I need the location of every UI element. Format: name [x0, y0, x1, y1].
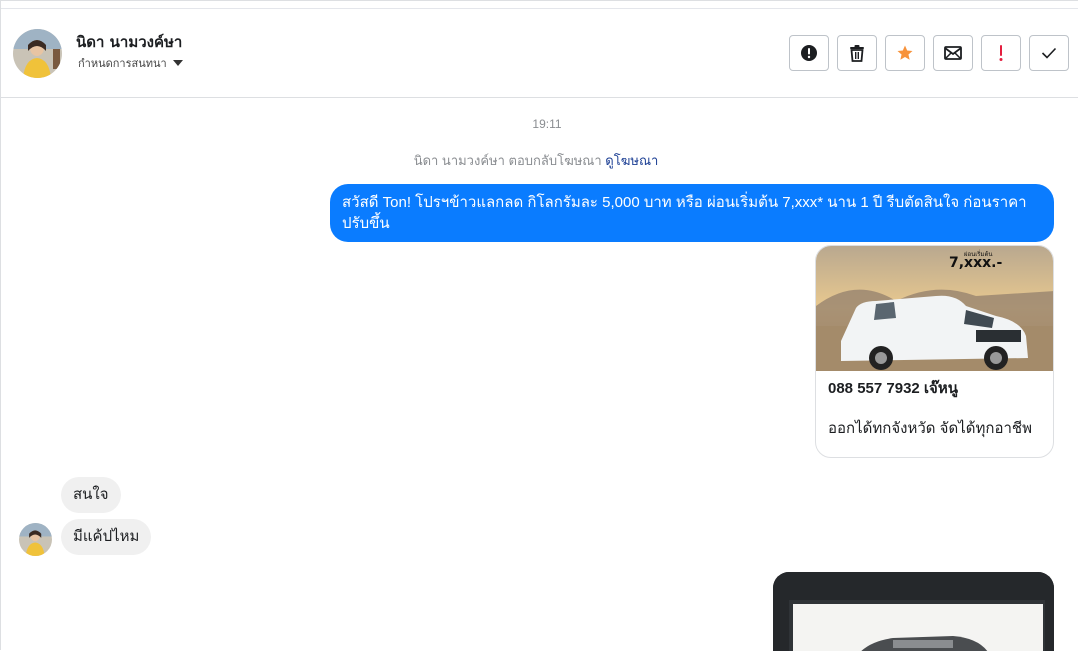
trash-icon [850, 45, 864, 62]
delete-button[interactable] [837, 35, 877, 71]
ad-image-caption-big: 7,xxx.- [949, 255, 1002, 271]
incoming-message-bubble[interactable]: สนใจ [61, 477, 121, 513]
ad-card-title: 088 557 7932 เจ๊หนู [828, 380, 958, 397]
mark-unread-button[interactable] [933, 35, 973, 71]
outgoing-message-bubble[interactable]: สวัสดี Ton! โปรฯข้าวแลกลด กิโลกรัมละ 5,0… [330, 184, 1054, 242]
message-timestamp: 19:11 [532, 117, 562, 131]
envelope-icon [944, 46, 962, 60]
contact-avatar[interactable] [13, 29, 62, 78]
contact-name[interactable]: นิดา นามวงค์ษา [76, 30, 182, 54]
header-actions [789, 35, 1069, 71]
exclamation-icon [999, 45, 1003, 61]
assign-label: กำหนดการสนทนา [78, 57, 167, 70]
ad-reply-text: นิดา นามวงค์ษา ตอบกลับโฆษณา [413, 153, 602, 168]
conversation-header: นิดา นามวงค์ษา กำหนดการสนทนา [1, 8, 1078, 98]
view-ad-link[interactable]: ดูโฆษณา [605, 153, 658, 168]
attachment-card[interactable] [773, 572, 1054, 651]
ad-reply-notice: นิดา นามวงค์ษา ตอบกลับโฆษณา ดูโฆษณา [1, 150, 1071, 171]
alert-circle-icon [801, 45, 817, 61]
caret-down-icon [172, 60, 183, 66]
star-button[interactable] [885, 35, 925, 71]
sender-avatar[interactable] [19, 523, 52, 556]
ad-card-image: ผ่อนเริ่มต้น 7,xxx.- [816, 246, 1053, 371]
message-thread[interactable]: 19:11 นิดา นามวงค์ษา ตอบกลับโฆษณา ดูโฆษณ… [1, 98, 1078, 651]
ad-card[interactable]: ผ่อนเริ่มต้น 7,xxx.- 088 557 7932 เจ๊หนู… [815, 245, 1054, 458]
important-button[interactable] [981, 35, 1021, 71]
report-button[interactable] [789, 35, 829, 71]
star-icon [897, 45, 913, 60]
check-icon [1041, 47, 1057, 59]
attachment-image [773, 572, 1054, 651]
ad-card-subtitle: ออกได้ทกจังหวัด จัดได้ทุกอาชีพ [828, 420, 1032, 437]
incoming-message-bubble[interactable]: มีแค้ปไหม [61, 519, 152, 555]
done-button[interactable] [1029, 35, 1069, 71]
messenger-window: นิดา นามวงค์ษา กำหนดการสนทนา 19:11 นิดา … [0, 0, 1078, 651]
assign-conversation-dropdown[interactable]: กำหนดการสนทนา [78, 54, 183, 72]
